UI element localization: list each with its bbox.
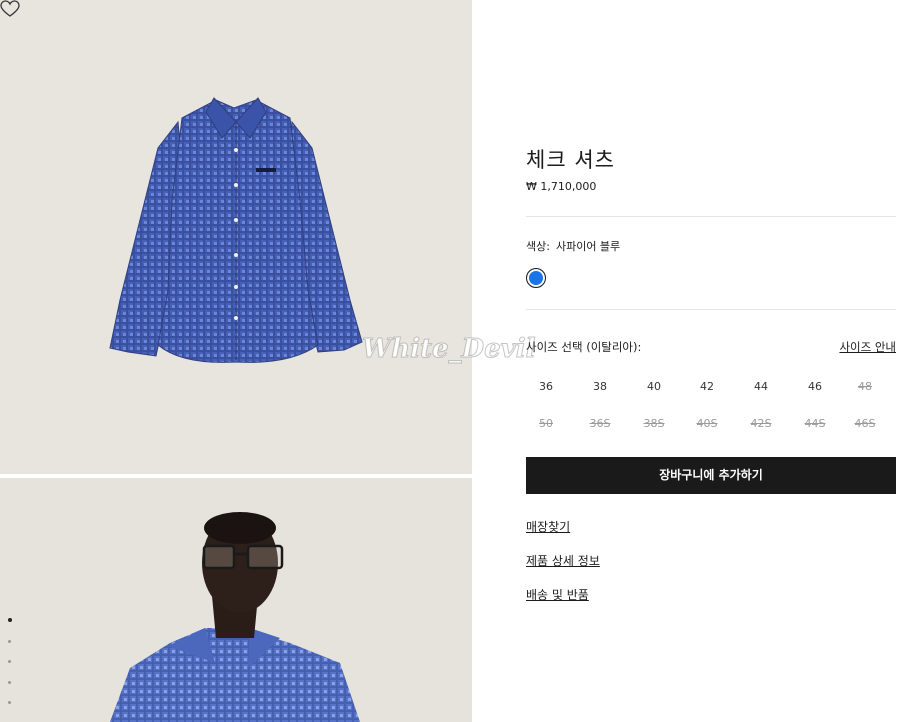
color-swatch-sapphire-blue[interactable]: [526, 268, 546, 288]
size-option-unavailable[interactable]: 48: [845, 380, 885, 393]
size-option-unavailable[interactable]: 46S: [845, 417, 885, 430]
size-label: 사이즈 선택 (이탈리아):: [526, 340, 642, 354]
color-label: 색상:: [526, 240, 550, 253]
shirt-illustration: [109, 97, 363, 363]
color-selection: 색상: 사파이어 블루: [526, 238, 620, 254]
divider: [526, 216, 896, 217]
size-option-unavailable[interactable]: 40S: [687, 417, 727, 430]
size-option-unavailable[interactable]: 36S: [580, 417, 620, 430]
size-option[interactable]: 40: [634, 380, 674, 393]
heart-icon[interactable]: [0, 0, 20, 18]
color-value: 사파이어 블루: [555, 240, 621, 253]
product-price: ₩ 1,710,000: [526, 180, 597, 193]
model-illustration: [110, 512, 360, 722]
product-gallery: [0, 0, 472, 722]
size-option[interactable]: 44: [741, 380, 781, 393]
size-option-unavailable[interactable]: 42S: [741, 417, 781, 430]
product-image-model[interactable]: [0, 478, 472, 722]
pagination-dot[interactable]: [8, 660, 11, 663]
size-guide-link[interactable]: 사이즈 안내: [839, 339, 896, 355]
size-option-unavailable[interactable]: 44S: [795, 417, 835, 430]
size-option-unavailable[interactable]: 50: [526, 417, 566, 430]
store-finder-link[interactable]: 매장찾기: [526, 518, 570, 535]
product-details-link[interactable]: 제품 상세 정보: [526, 552, 600, 569]
product-title: 체크 셔츠: [526, 148, 615, 172]
add-to-cart-button[interactable]: 장바구니에 추가하기: [526, 457, 896, 494]
divider: [526, 309, 896, 310]
shipping-returns-link[interactable]: 배송 및 반품: [526, 586, 589, 603]
product-image-shirt[interactable]: [0, 0, 472, 474]
gallery-pagination: [8, 618, 14, 722]
size-option-unavailable[interactable]: 38S: [634, 417, 674, 430]
pagination-dot[interactable]: [8, 680, 11, 684]
pagination-dot[interactable]: [8, 701, 11, 704]
size-option[interactable]: 46: [795, 380, 835, 393]
pagination-dot[interactable]: [8, 618, 12, 622]
size-option[interactable]: 38: [580, 380, 620, 393]
pagination-dot[interactable]: [8, 639, 11, 643]
size-option[interactable]: 36: [526, 380, 566, 393]
size-option[interactable]: 42: [687, 380, 727, 393]
